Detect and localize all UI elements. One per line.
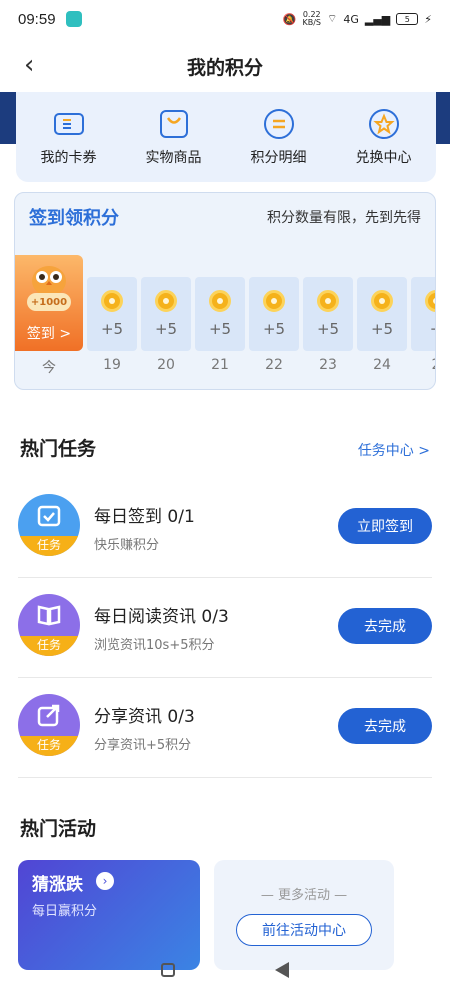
status-bar: 09:59 🔕 0.22 KB/S ⌔ 4G ▂▄▆ 5 ⚡	[0, 0, 450, 38]
day-points: +5	[316, 320, 340, 338]
star-badge-icon	[368, 109, 399, 139]
quick-item-goods[interactable]: 实物商品	[124, 107, 224, 167]
book-icon: 任务	[18, 594, 80, 656]
coin-icon	[101, 290, 123, 312]
task-description: 浏览资讯10s+5积分	[94, 638, 215, 653]
day-points: +5	[208, 320, 232, 338]
quick-label: 实物商品	[145, 150, 202, 166]
exchange-icon	[263, 109, 294, 139]
day-card: +	[411, 277, 435, 351]
day-card: +5	[303, 277, 353, 351]
task-description: 快乐赚积分	[94, 538, 160, 553]
checkin-title: 签到领积分	[29, 208, 119, 229]
day-card: +5	[87, 277, 137, 351]
battery-icon: 5	[396, 13, 419, 25]
quick-item-exchange-center[interactable]: 兑换中心	[334, 107, 434, 167]
day-label: 2	[411, 357, 435, 377]
owl-mascot-icon	[32, 266, 66, 296]
quick-item-my-coupons[interactable]: 我的卡券	[19, 107, 119, 167]
go-complete-button[interactable]: 去完成	[338, 608, 432, 644]
day-card: +5	[141, 277, 191, 351]
day-card: +5	[249, 277, 299, 351]
coin-icon	[209, 290, 231, 312]
task-name: 每日阅读资讯 0/3	[94, 607, 229, 627]
day-label: 今	[42, 360, 56, 376]
mute-icon: 🔕	[282, 12, 297, 26]
bag-icon	[159, 110, 188, 138]
share-icon: 任务	[18, 694, 80, 756]
checkin-header: 签到领积分 积分数量有限，先到先得	[15, 193, 435, 241]
day-points: +5	[262, 320, 286, 338]
charging-icon: ⚡	[424, 12, 432, 26]
task-row: 任务 分享资讯 0/3 分享资讯+5积分 去完成	[18, 678, 432, 778]
back-button[interactable]: ‹	[24, 52, 34, 78]
checkin-now-button[interactable]: 立即签到	[338, 508, 432, 544]
recents-icon[interactable]	[161, 963, 175, 977]
tasks-section-title: 热门任务	[20, 438, 97, 460]
coin-icon	[371, 290, 393, 312]
day-label: 24	[373, 357, 391, 373]
back-triangle-icon[interactable]	[275, 962, 289, 978]
today-checkin-button[interactable]: +1000 签到 >	[15, 255, 83, 351]
status-time: 09:59	[18, 10, 56, 28]
checkin-day-labels: 今 19 20 21 22 23 24 2	[15, 357, 435, 377]
coin-icon	[425, 290, 435, 312]
quick-label: 我的卡券	[40, 150, 97, 166]
day-points: +5	[154, 320, 178, 338]
status-indicators: 🔕 0.22 KB/S ⌔ 4G ▂▄▆ 5 ⚡	[283, 11, 432, 27]
signal-label: 4G	[343, 12, 359, 26]
checkin-card: 签到领积分 积分数量有限，先到先得 +1000 签到 > +5 +5 +5 +5…	[14, 192, 436, 390]
day-card: +5	[357, 277, 407, 351]
day-points: +5	[370, 320, 394, 338]
today-label: 签到 >	[26, 326, 72, 342]
network-speed: 0.22 KB/S	[302, 10, 321, 27]
task-name: 分享资讯 0/3	[94, 707, 195, 727]
task-row: 任务 每日签到 0/1 快乐赚积分 立即签到	[18, 478, 432, 578]
task-row: 任务 每日阅读资讯 0/3 浏览资讯10s+5积分 去完成	[18, 578, 432, 678]
activity-subtitle: 每日赢积分	[32, 904, 98, 919]
signal-icon: ▂▄▆	[364, 12, 391, 26]
day-card: +5	[195, 277, 245, 351]
calendar-check-icon: 任务	[18, 494, 80, 556]
day-label: 20	[157, 357, 175, 373]
today-bonus: +1000	[27, 293, 71, 311]
page-title: 我的积分	[186, 56, 263, 79]
wifi-icon: ⌔	[327, 12, 338, 25]
go-complete-button[interactable]: 去完成	[338, 708, 432, 744]
checkin-days: +1000 签到 > +5 +5 +5 +5 +5 +5 +	[15, 255, 435, 351]
quick-label: 积分明细	[250, 150, 307, 166]
app-notification-icon	[65, 11, 82, 27]
day-label: 23	[319, 357, 337, 373]
nav-bar: ‹ 我的积分	[0, 38, 450, 94]
day-label: 19	[103, 357, 121, 373]
day-label: 21	[211, 357, 229, 373]
quick-entry-panel: 我的卡券 实物商品 积分明细 兑换中心	[16, 92, 436, 182]
day-points: +5	[100, 320, 124, 338]
quick-item-points-detail[interactable]: 积分明细	[229, 107, 329, 167]
activity-title: 猜涨跌	[32, 875, 83, 895]
coin-icon	[263, 290, 285, 312]
coin-icon	[155, 290, 177, 312]
task-center-link[interactable]: 任务中心 >	[358, 440, 430, 460]
more-activities-label: — 更多活动 —	[260, 888, 348, 903]
task-description: 分享资讯+5积分	[94, 738, 192, 753]
checkin-subtitle: 积分数量有限，先到先得	[267, 210, 421, 226]
system-nav-bar	[0, 940, 450, 1000]
task-name: 每日签到 0/1	[94, 507, 195, 527]
day-points: +	[430, 320, 435, 338]
day-label: 22	[265, 357, 283, 373]
arrow-right-icon: ›	[96, 872, 114, 890]
quick-label: 兑换中心	[355, 150, 412, 166]
ticket-icon	[53, 113, 84, 135]
activities-section-title: 热门活动	[20, 818, 97, 840]
coin-icon	[317, 290, 339, 312]
